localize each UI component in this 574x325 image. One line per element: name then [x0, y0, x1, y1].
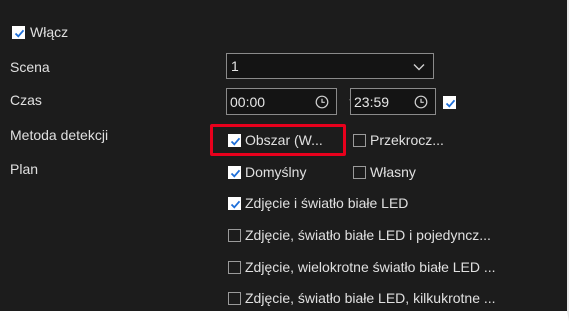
plan-label: Plan: [10, 161, 39, 177]
checkmark-icon: [230, 169, 241, 178]
enable-label: Włącz: [30, 24, 69, 40]
detection-label: Metoda detekcji: [10, 127, 109, 143]
scene-select[interactable]: 1: [226, 53, 434, 79]
action-label: Zdjęcie, wielokrotne światło białe LED .…: [245, 259, 496, 275]
default-plan-label: Domyślny: [245, 164, 307, 180]
end-time-value: 23:59: [354, 94, 390, 110]
start-time-input[interactable]: 00:00: [226, 88, 337, 115]
highlight-box: [210, 124, 346, 156]
clock-icon[interactable]: [315, 95, 329, 109]
start-time-value: 00:00: [230, 94, 266, 110]
cross-checkbox[interactable]: [353, 134, 366, 147]
action-label: Zdjęcie i światło białe LED: [245, 195, 409, 211]
time-label: Czas: [10, 92, 42, 108]
custom-plan-checkbox[interactable]: [353, 166, 366, 179]
action-checkbox[interactable]: [228, 197, 241, 210]
enable-checkbox[interactable]: [12, 26, 25, 39]
end-time-input[interactable]: 23:59: [350, 88, 436, 115]
scene-label: Scena: [10, 59, 50, 75]
checkmark-icon: [230, 200, 241, 209]
cross-label: Przekrocz...: [370, 132, 444, 148]
action-checkbox[interactable]: [228, 229, 241, 242]
settings-panel: Włącz Scena 1 Czas 00:00 ~ 23:59 Metoda …: [0, 0, 569, 321]
chevron-down-icon: [413, 64, 425, 71]
checkmark-icon: [445, 99, 456, 108]
scene-value: 1: [231, 58, 239, 74]
custom-plan-label: Własny: [370, 164, 416, 180]
clock-icon[interactable]: [414, 95, 428, 109]
action-checkbox[interactable]: [228, 261, 241, 274]
action-label: Zdjęcie, światło białe LED i pojedyncz..…: [245, 227, 491, 243]
action-checkbox[interactable]: [228, 292, 241, 305]
time-checkbox[interactable]: [443, 96, 456, 109]
action-label: Zdjęcie, światło białe LED, kilkukrotne …: [245, 290, 496, 306]
default-plan-checkbox[interactable]: [228, 166, 241, 179]
checkmark-icon: [14, 29, 25, 38]
